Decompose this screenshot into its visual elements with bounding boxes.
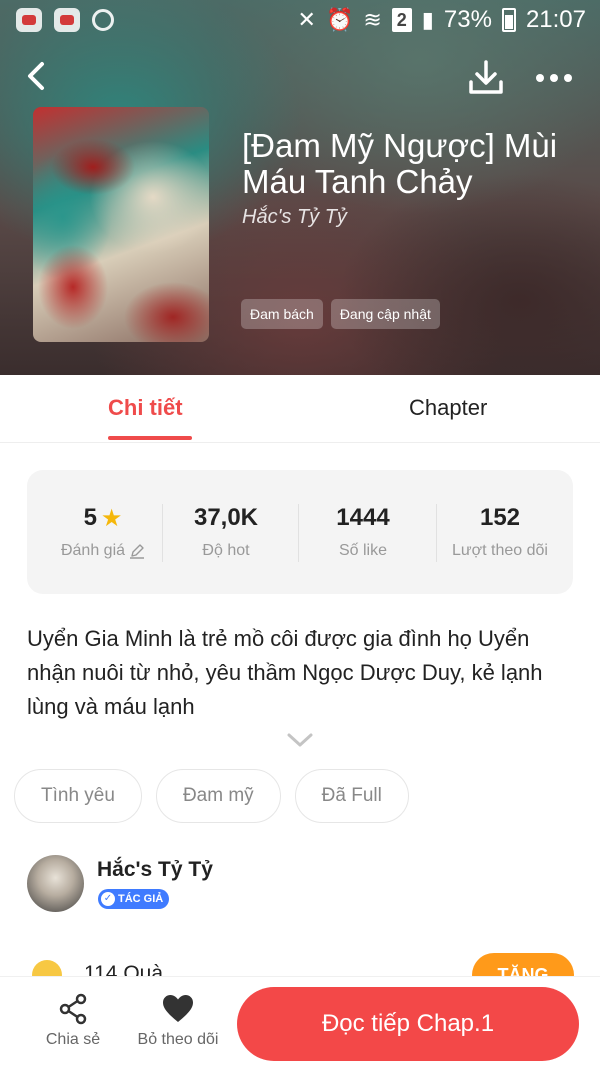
followers-value: 152 bbox=[479, 504, 521, 531]
book-title: [Đam Mỹ Ngược] Mùi Máu Tanh Chảy bbox=[242, 127, 558, 200]
author-badge: ✓ TÁC GIẢ bbox=[98, 889, 170, 909]
genre-chip[interactable]: Tình yêu bbox=[14, 769, 142, 823]
unfollow-button[interactable]: Bỏ theo dõi bbox=[130, 993, 226, 1049]
book-author[interactable]: Hắc's Tỷ Tỷ bbox=[242, 206, 347, 229]
rating-label: Đánh giá bbox=[60, 542, 126, 559]
sync-notification-icon bbox=[92, 9, 114, 31]
share-label: Chia sẻ bbox=[45, 1031, 101, 1048]
likes-value: 1444 bbox=[336, 504, 390, 531]
genre-chip[interactable]: Đam mỹ bbox=[155, 769, 281, 823]
book-tags: Đam bách Đang cập nhật bbox=[241, 299, 440, 329]
tab-detail[interactable]: Chi tiết bbox=[108, 395, 183, 421]
tab-chapter[interactable]: Chapter bbox=[409, 395, 487, 421]
sim-slot-icon: 2 bbox=[391, 8, 412, 32]
genre-chip[interactable]: Đã Full bbox=[294, 769, 409, 823]
alarm-icon: ⏰ bbox=[325, 7, 354, 32]
verified-icon: ✓ bbox=[101, 892, 115, 906]
app-notification-icon bbox=[54, 8, 80, 32]
stat-rating[interactable]: 5 ★ Đánh giá bbox=[35, 504, 171, 560]
unfollow-label: Bỏ theo dõi bbox=[137, 1031, 219, 1048]
author-badge-label: TÁC GIẢ bbox=[118, 893, 164, 905]
battery-icon bbox=[501, 8, 516, 32]
hot-label: Độ hot bbox=[202, 542, 250, 559]
genre-chips: Tình yêu Đam mỹ Đã Full bbox=[14, 769, 409, 823]
stats-panel: 5 ★ Đánh giá 37,0K Độ hot 1444 Số like 15… bbox=[27, 470, 573, 594]
book-description: Uyển Gia Minh là trẻ mồ côi được gia đìn… bbox=[27, 626, 543, 719]
bottom-action-bar: Chia sẻ Bỏ theo dõi Đọc tiếp Chap.1 bbox=[0, 976, 600, 1067]
mute-icon: ✕ bbox=[297, 7, 316, 32]
tab-bar: Chi tiết Chapter bbox=[0, 375, 600, 443]
book-cover-image bbox=[33, 107, 209, 342]
clock: 21:07 bbox=[525, 6, 586, 33]
author-name[interactable]: Hắc's Tỷ Tỷ bbox=[97, 858, 213, 882]
stat-followers: 152 Lượt theo dõi bbox=[432, 504, 568, 560]
stat-hot: 37,0K Độ hot bbox=[158, 504, 294, 560]
active-tab-indicator bbox=[108, 436, 192, 440]
followers-label: Lượt theo dõi bbox=[452, 542, 548, 559]
more-options-icon[interactable] bbox=[534, 64, 574, 92]
wifi-icon: ≋ bbox=[363, 7, 382, 32]
star-icon: ★ bbox=[100, 505, 123, 532]
back-arrow-icon[interactable] bbox=[22, 58, 52, 94]
hero-header: ✕ ⏰ ≋ 2 ▮ 73% 21:07 [Đam Mỹ Ngược] Mùi M… bbox=[0, 0, 600, 375]
continue-reading-button[interactable]: Đọc tiếp Chap.1 bbox=[237, 987, 579, 1061]
tag-category: Đam bách bbox=[241, 299, 323, 329]
status-bar: ✕ ⏰ ≋ 2 ▮ 73% 21:07 bbox=[0, 0, 600, 42]
edit-pencil-icon[interactable] bbox=[129, 543, 145, 559]
expand-chevron-down-icon[interactable] bbox=[286, 732, 314, 748]
signal-icon: ▮ bbox=[421, 7, 434, 32]
app-notification-icon bbox=[16, 8, 42, 32]
likes-label: Số like bbox=[338, 542, 388, 559]
share-icon bbox=[59, 993, 87, 1025]
tag-status: Đang cập nhật bbox=[330, 299, 440, 329]
hot-value: 37,0K bbox=[193, 504, 259, 531]
battery-percent: 73% bbox=[443, 6, 492, 33]
share-button[interactable]: Chia sẻ bbox=[38, 993, 108, 1049]
stat-likes: 1444 Số like bbox=[295, 504, 431, 560]
author-avatar[interactable] bbox=[27, 855, 84, 912]
rating-value: 5 bbox=[83, 504, 97, 531]
heart-icon bbox=[163, 995, 193, 1022]
download-icon[interactable] bbox=[466, 58, 506, 98]
